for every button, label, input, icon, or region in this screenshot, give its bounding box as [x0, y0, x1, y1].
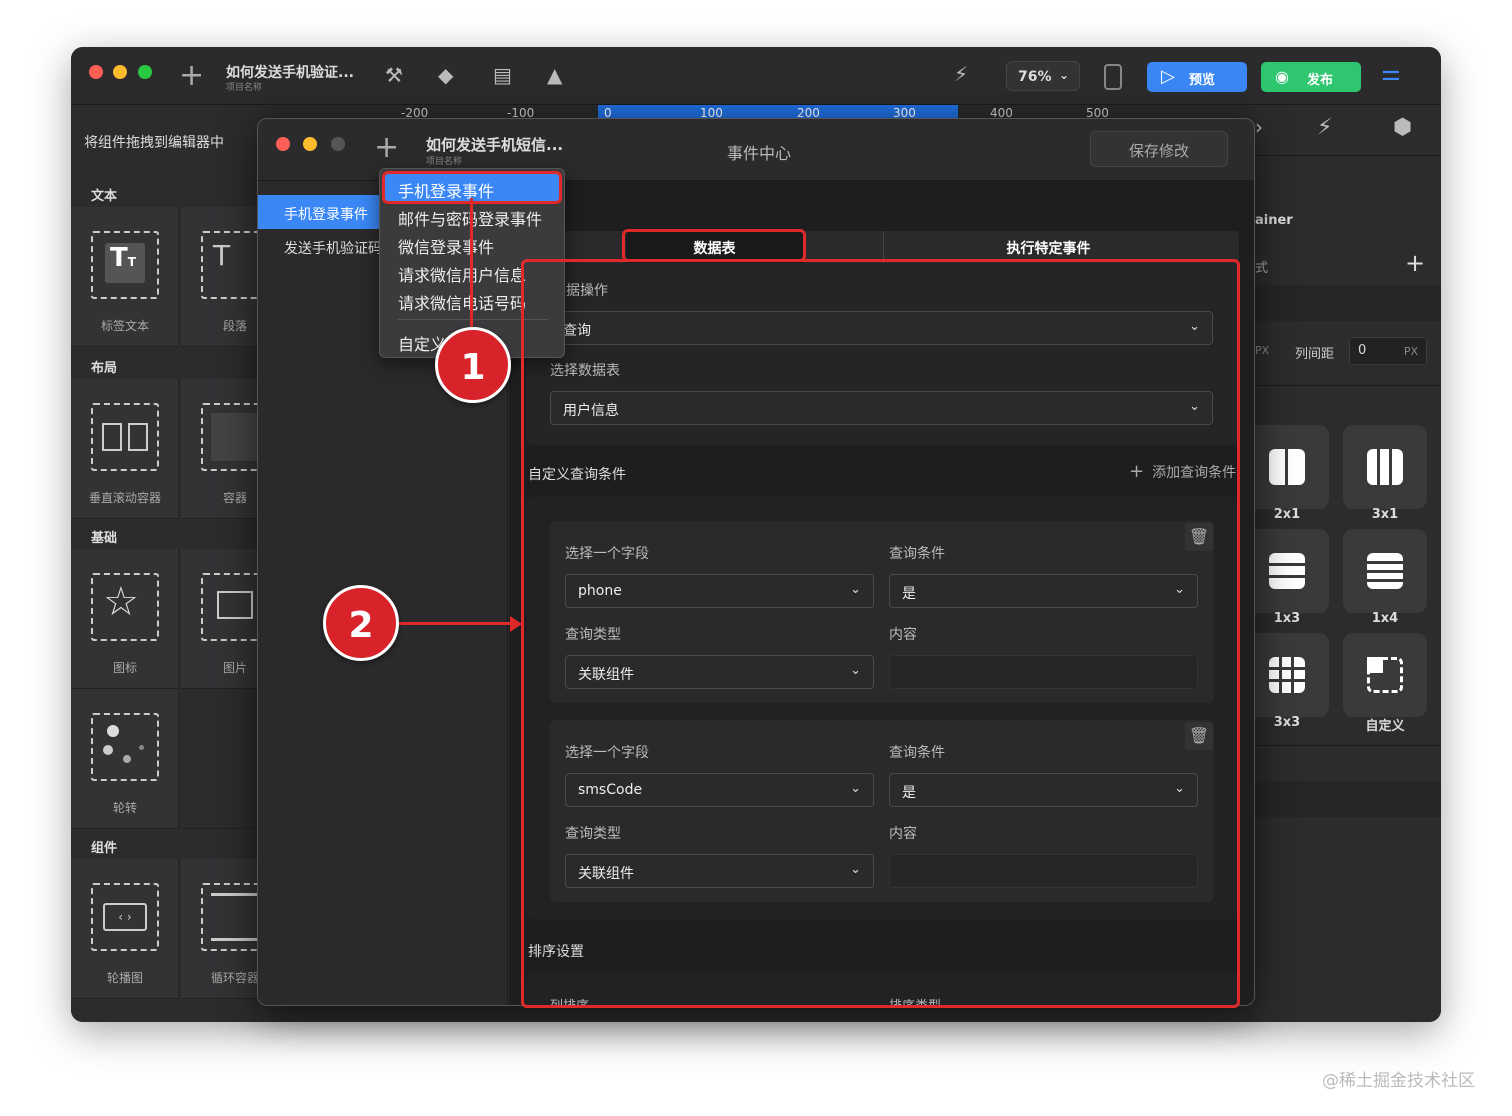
divider: [1255, 155, 1441, 156]
document-icon[interactable]: ▤: [493, 65, 512, 85]
divider: [1255, 745, 1441, 746]
cube-icon[interactable]: ⬢: [1393, 117, 1412, 139]
close-window-button[interactable]: [89, 65, 103, 79]
scroll-container-icon: [91, 403, 159, 471]
text-icon: TT: [91, 231, 159, 299]
dialog-maximize-button[interactable]: [331, 137, 345, 151]
properties-panel: › ⚡ ⬢ ainer 式 + PX 列间距 0 PX 2x1 3x1 1x3 1…: [1245, 105, 1441, 1022]
event-item-send-sms[interactable]: 发送手机验证码: [284, 238, 382, 258]
panel-hint: 将组件拖拽到编辑器中: [84, 135, 224, 151]
row-separator: [1255, 781, 1441, 817]
preview-button[interactable]: ▷ 预览: [1147, 62, 1247, 92]
row-separator: [1255, 285, 1441, 321]
zoom-select[interactable]: 76% ⌄: [1006, 61, 1080, 91]
dialog-project-title: 如何发送手机短信...: [426, 136, 564, 154]
layout-label: 1x3: [1273, 611, 1301, 626]
component-spinner[interactable]: 轮转: [71, 689, 179, 829]
publish-button[interactable]: ◉ 发布: [1261, 62, 1361, 92]
layout-label: 自定义: [1365, 719, 1405, 734]
maximize-window-button[interactable]: [138, 65, 152, 79]
annotation-box-tab: [622, 229, 806, 262]
component-vertical-scroll[interactable]: 垂直滚动容器: [71, 379, 179, 519]
section-text: 文本: [91, 189, 118, 204]
component-label: 轮转: [112, 801, 137, 815]
carousel-icon: ‹ ›: [91, 883, 159, 951]
component-label-text[interactable]: TT 标签文本: [71, 207, 179, 347]
column-gap-value: 0: [1358, 343, 1367, 358]
dialog-project-subtitle: 项目名称: [426, 157, 463, 167]
minimize-window-button[interactable]: [113, 65, 127, 79]
annotation-badge-1: 1: [435, 327, 511, 403]
component-panel: 将组件拖拽到编辑器中 文本 TT 标签文本 T 段落 布局 垂直滚动容器 容器 基础…: [71, 105, 289, 1022]
layout-label: 1x4: [1371, 611, 1399, 626]
play-icon: ▷: [1161, 66, 1175, 87]
layout-1x3[interactable]: [1245, 529, 1329, 613]
top-toolbar: + 如何发送手机验证... 项目名称 ⚒ ◆ ▤ ▲ ⚡ 76% ⌄ ▷ 预览 ◉ 发…: [71, 47, 1441, 105]
watermark: @稀土掘金技术社区: [1322, 1071, 1475, 1091]
section-basic: 基础: [91, 531, 118, 546]
add-icon[interactable]: +: [179, 61, 204, 91]
column-gap-label: 列间距: [1295, 347, 1335, 362]
layout-custom[interactable]: [1343, 633, 1427, 717]
section-layout: 布局: [91, 361, 118, 376]
divider: [1255, 385, 1441, 386]
dialog-title: 事件中心: [727, 144, 792, 163]
add-icon[interactable]: +: [374, 133, 399, 163]
layout-3x3[interactable]: [1245, 633, 1329, 717]
project-title: 如何发送手机验证...: [226, 65, 354, 81]
annotation-box-content: [521, 259, 1240, 1008]
component-label: 轮播图: [106, 971, 143, 985]
project-subtitle: 项目名称: [226, 83, 263, 93]
annotation-arrow: [396, 622, 514, 625]
menu-item-wechat-userinfo[interactable]: 请求微信用户信息: [398, 262, 526, 286]
layout-1x4[interactable]: [1343, 529, 1427, 613]
column-gap-input[interactable]: 0 PX: [1349, 337, 1427, 365]
publish-label: 发布: [1307, 73, 1334, 88]
eye-icon: ◉: [1275, 67, 1289, 86]
component-label: 标签文本: [100, 319, 149, 333]
chevron-right-icon[interactable]: ›: [1255, 117, 1263, 137]
drive-icon[interactable]: ▲: [547, 65, 562, 85]
layout-label: 3x1: [1371, 507, 1399, 522]
component-icon[interactable]: ☆ 图标: [71, 549, 179, 689]
arrow-head-icon: [510, 616, 522, 632]
component-label: 图标: [112, 661, 137, 675]
section-components: 组件: [91, 841, 118, 856]
settings-sliders-icon[interactable]: ⚌: [1381, 63, 1401, 85]
hammer-icon[interactable]: ⚒: [385, 65, 403, 85]
layout-3x1[interactable]: [1343, 425, 1427, 509]
dialog-minimize-button[interactable]: [303, 137, 317, 151]
menu-item-wechat-login[interactable]: 微信登录事件: [398, 234, 494, 258]
flash-icon[interactable]: ⚡: [954, 64, 968, 84]
chevron-down-icon: ⌄: [1058, 68, 1069, 82]
px-unit: PX: [1255, 344, 1270, 357]
layout-label: 3x3: [1273, 715, 1301, 730]
annotation-line: [470, 198, 473, 338]
annotation-badge-2: 2: [323, 585, 399, 661]
menu-item-wechat-phone[interactable]: 请求微信电话号码: [398, 290, 526, 314]
lightning-icon[interactable]: ⚡: [1317, 117, 1332, 139]
component-label: 垂直滚动容器: [88, 491, 161, 505]
preview-label: 预览: [1189, 73, 1216, 88]
zoom-value: 76%: [1018, 69, 1052, 85]
spinner-icon: [91, 713, 159, 781]
star-icon: ☆: [91, 573, 159, 641]
screenshot-stage: + 如何发送手机验证... 项目名称 ⚒ ◆ ▤ ▲ ⚡ 76% ⌄ ▷ 预览 ◉ 发…: [0, 0, 1512, 1116]
dialog-close-button[interactable]: [276, 137, 290, 151]
device-icon[interactable]: [1104, 64, 1122, 90]
layout-2x1[interactable]: [1245, 425, 1329, 509]
component-carousel[interactable]: ‹ › 轮播图: [71, 859, 179, 999]
layers-icon[interactable]: ◆: [438, 65, 453, 85]
add-style-icon[interactable]: +: [1405, 251, 1425, 275]
container-type-label: ainer: [1255, 213, 1293, 228]
px-unit: PX: [1403, 345, 1418, 358]
style-label: 式: [1255, 261, 1269, 276]
layout-label: 2x1: [1273, 507, 1301, 522]
save-changes-button[interactable]: 保存修改: [1090, 131, 1228, 167]
